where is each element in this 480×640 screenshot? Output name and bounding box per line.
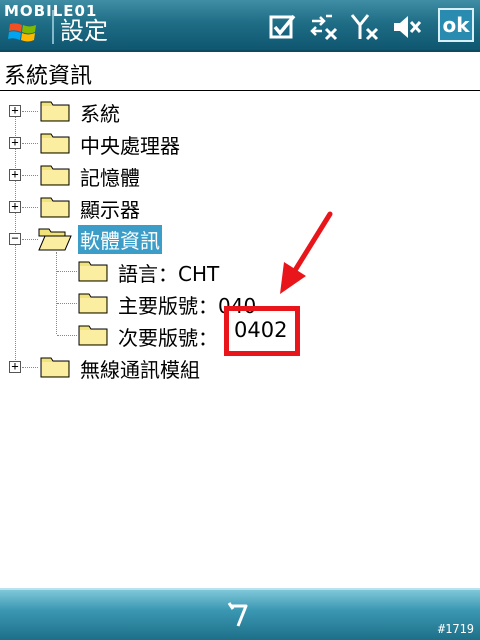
tree-item-label: 無線通訊模組 — [80, 358, 200, 382]
windows-logo-icon[interactable] — [8, 20, 38, 46]
folder-icon — [78, 325, 108, 346]
tree-item-label: 記憶體 — [80, 166, 140, 190]
sync-disconnected-icon[interactable] — [308, 12, 338, 42]
tree-item-label: 顯示器 — [80, 198, 140, 222]
tree-branch — [57, 335, 77, 336]
tree-item-language[interactable]: 語言：CHT — [0, 254, 480, 286]
tree-item-cpu[interactable]: + 中央處理器 — [0, 126, 480, 158]
tree-branch — [22, 143, 38, 144]
speaker-mute-icon[interactable] — [392, 12, 422, 42]
back-icon[interactable] — [226, 600, 254, 628]
folder-open-icon — [38, 228, 72, 251]
arrow-icon — [280, 211, 333, 294]
tree-item-label: 軟體資訊 — [78, 225, 162, 254]
expand-button[interactable]: + — [9, 104, 21, 117]
tree-item-software-info[interactable]: − 軟體資訊 — [0, 222, 480, 254]
folder-icon — [40, 133, 70, 154]
expand-button[interactable]: + — [9, 168, 21, 181]
folder-icon — [78, 261, 108, 282]
section-title: 系統資訊 — [4, 64, 93, 89]
collapse-button[interactable]: − — [9, 232, 21, 245]
tree-branch — [22, 239, 38, 240]
tree-item-label: 系統 — [80, 102, 120, 126]
section-divider — [0, 90, 480, 91]
highlight-value: 0402 — [234, 318, 288, 342]
checkbox-icon[interactable] — [268, 12, 298, 42]
tree-branch — [57, 303, 77, 304]
tree-branch — [22, 111, 38, 112]
tree-branch — [22, 367, 38, 368]
expand-button[interactable]: + — [9, 136, 21, 149]
ok-button[interactable]: ok — [438, 8, 474, 42]
tree-item-label: 語言：CHT — [118, 262, 220, 286]
tree-item-memory[interactable]: + 記憶體 — [0, 158, 480, 190]
page-title: 設定 — [60, 17, 108, 45]
tree-branch — [22, 175, 38, 176]
tree-item-label: 次要版號： — [118, 326, 218, 350]
expand-button[interactable]: + — [9, 200, 21, 213]
folder-icon — [40, 165, 70, 186]
watermark: #1719 — [437, 622, 474, 636]
folder-icon — [40, 357, 70, 378]
tree-item-label: 中央處理器 — [80, 134, 180, 158]
title-divider — [52, 10, 54, 44]
folder-icon — [40, 101, 70, 122]
title-bar: MOBILE01 設定 ok — [0, 0, 480, 52]
tree-branch — [22, 207, 38, 208]
tree-item-system[interactable]: + 系統 — [0, 94, 480, 126]
tree-item-display[interactable]: + 顯示器 — [0, 190, 480, 222]
signal-off-icon[interactable] — [350, 12, 380, 42]
folder-icon — [40, 197, 70, 218]
tree-branch — [57, 271, 77, 272]
expand-button[interactable]: + — [9, 360, 21, 373]
folder-icon — [78, 293, 108, 314]
